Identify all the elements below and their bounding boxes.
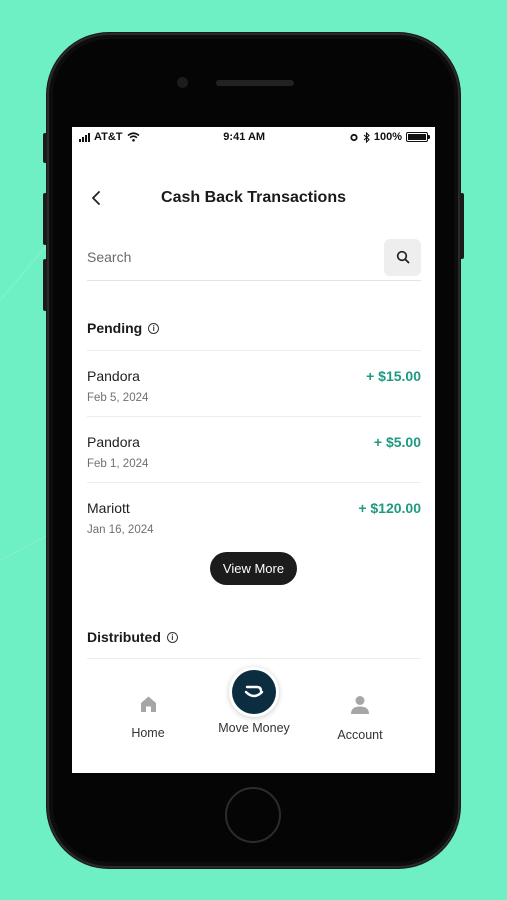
bluetooth-icon — [363, 131, 370, 143]
carrier-label: AT&T — [94, 131, 123, 143]
home-icon — [140, 696, 156, 712]
page-header: Cash Back Transactions — [72, 177, 435, 219]
home-hardware-button[interactable] — [225, 787, 281, 843]
view-more-button[interactable]: View More — [210, 552, 297, 585]
tab-account[interactable]: Account — [310, 695, 410, 742]
front-camera — [177, 77, 188, 88]
alarm-icon — [350, 133, 358, 142]
tab-home-label: Home — [131, 726, 165, 740]
distributed-heading: Distributed — [87, 629, 161, 645]
bottom-tab-bar: Home Move Money Account — [72, 667, 435, 773]
distributed-section-header: Distributed i — [87, 629, 178, 645]
transaction-row[interactable]: Mariott Jan 16, 2024 + $120.00 — [87, 482, 421, 548]
search-bar — [87, 234, 421, 281]
volume-down-button — [43, 259, 47, 311]
earpiece-speaker — [216, 80, 294, 86]
merchant-name: Pandora — [87, 434, 140, 450]
cashback-amount: + $5.00 — [373, 434, 421, 450]
info-icon[interactable]: i — [166, 631, 178, 643]
tab-move-money-label: Move Money — [218, 721, 290, 735]
battery-icon — [406, 132, 430, 142]
cashback-amount: + $15.00 — [366, 368, 421, 384]
search-button[interactable] — [384, 238, 421, 276]
search-input[interactable] — [87, 249, 384, 265]
pending-section-header: Pending i — [87, 320, 160, 336]
status-bar: AT&T 9:41 AM 100% — [72, 127, 435, 147]
cashback-amount: + $120.00 — [358, 500, 421, 516]
search-icon — [396, 250, 409, 264]
info-icon[interactable]: i — [148, 322, 160, 334]
person-icon — [351, 696, 369, 714]
transaction-date: Jan 16, 2024 — [87, 524, 154, 536]
page-title: Cash Back Transactions — [161, 189, 346, 206]
pending-transaction-list: Pandora Feb 5, 2024 + $15.00 Pandora Feb… — [87, 350, 421, 548]
merchant-name: Mariott — [87, 500, 130, 516]
signal-icon — [79, 132, 90, 142]
tab-move-money[interactable]: Move Money — [204, 695, 304, 735]
transaction-date: Feb 5, 2024 — [87, 392, 149, 404]
merchant-name: Pandora — [87, 368, 140, 384]
pending-heading: Pending — [87, 320, 143, 336]
transaction-row[interactable]: Pandora Feb 5, 2024 + $15.00 — [87, 350, 421, 416]
clock-time: 9:41 AM — [223, 131, 266, 143]
tab-account-label: Account — [337, 728, 383, 742]
chevron-left-icon — [92, 191, 100, 205]
power-button — [460, 193, 464, 259]
app-screen: AT&T 9:41 AM 100% Cash Back Transactions… — [72, 127, 435, 773]
mute-switch — [43, 133, 47, 163]
back-button[interactable] — [86, 188, 106, 208]
wifi-icon — [127, 132, 140, 142]
tab-home[interactable]: Home — [98, 695, 198, 740]
transaction-row[interactable]: Pandora Feb 1, 2024 + $5.00 — [87, 416, 421, 482]
transaction-date: Feb 1, 2024 — [87, 458, 149, 470]
volume-up-button — [43, 193, 47, 245]
battery-percent: 100% — [373, 131, 402, 143]
